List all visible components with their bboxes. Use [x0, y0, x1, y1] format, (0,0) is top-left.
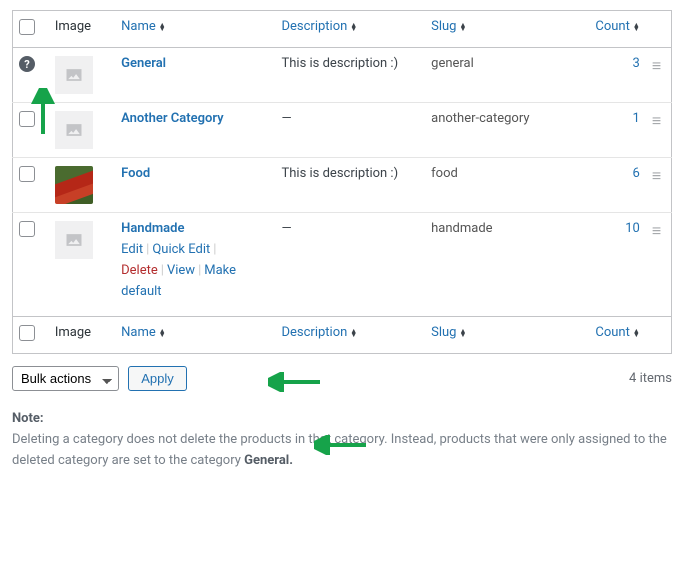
category-thumbnail[interactable]: [55, 166, 93, 204]
column-image: Image: [49, 11, 115, 48]
bulk-actions-select[interactable]: Bulk actions: [12, 366, 119, 391]
column-slug-sort[interactable]: Slug: [431, 325, 466, 340]
description-cell: —: [275, 213, 425, 317]
category-name-link[interactable]: General: [121, 56, 166, 71]
view-link[interactable]: View: [167, 263, 195, 278]
category-name-link[interactable]: Another Category: [121, 111, 224, 126]
table-row: Handmade Edit|Quick Edit|Delete|View|Make…: [13, 213, 672, 317]
categories-table: Image Name Description Slug Count ? Gener…: [12, 10, 672, 354]
slug-cell: another-category: [425, 103, 585, 158]
help-icon[interactable]: ?: [19, 56, 35, 72]
placeholder-image-icon[interactable]: [55, 111, 93, 149]
select-all-checkbox[interactable]: [19, 19, 35, 35]
table-row: Food This is description :)food 6 ≡: [13, 158, 672, 213]
drag-handle-icon[interactable]: ≡: [652, 56, 661, 75]
column-description-sort[interactable]: Description: [281, 19, 357, 34]
row-checkbox[interactable]: [19, 221, 35, 237]
delete-link[interactable]: Delete: [121, 263, 158, 278]
edit-link[interactable]: Edit: [121, 242, 143, 257]
sort-icon: [633, 23, 640, 31]
sort-icon: [159, 23, 166, 31]
description-cell: —: [275, 103, 425, 158]
sort-icon: [460, 329, 467, 337]
table-row: ? General This is description :)general 3 ≡: [13, 48, 672, 103]
category-name-link[interactable]: Food: [121, 166, 150, 181]
category-name-link[interactable]: Handmade: [121, 221, 184, 236]
sort-icon: [159, 329, 166, 337]
slug-cell: general: [425, 48, 585, 103]
drag-handle-icon[interactable]: ≡: [652, 166, 661, 185]
sort-icon: [350, 329, 357, 337]
items-count: 4 items: [629, 371, 672, 386]
table-row: Another Category —another-category 1 ≡: [13, 103, 672, 158]
apply-button[interactable]: Apply: [128, 366, 187, 391]
row-actions: Edit|Quick Edit|Delete|View|Make default: [121, 240, 269, 302]
drag-handle-icon[interactable]: ≡: [652, 221, 661, 240]
column-count-sort[interactable]: Count: [595, 19, 639, 34]
column-description-sort[interactable]: Description: [281, 325, 357, 340]
sort-icon: [460, 23, 467, 31]
slug-cell: food: [425, 158, 585, 213]
count-link[interactable]: 3: [592, 56, 640, 71]
sort-icon: [350, 23, 357, 31]
sort-icon: [633, 329, 640, 337]
column-image: Image: [49, 317, 115, 354]
column-name-sort[interactable]: Name: [121, 19, 166, 34]
description-cell: This is description :): [275, 48, 425, 103]
placeholder-image-icon[interactable]: [55, 221, 93, 259]
count-link[interactable]: 10: [592, 221, 640, 236]
row-checkbox[interactable]: [19, 111, 35, 127]
column-count-sort[interactable]: Count: [595, 325, 639, 340]
note-text: Note: Deleting a category does not delet…: [12, 409, 672, 471]
row-checkbox[interactable]: [19, 166, 35, 182]
drag-handle-icon[interactable]: ≡: [652, 111, 661, 130]
column-slug-sort[interactable]: Slug: [431, 19, 466, 34]
placeholder-image-icon[interactable]: [55, 56, 93, 94]
slug-cell: handmade: [425, 213, 585, 317]
select-all-checkbox-footer[interactable]: [19, 325, 35, 341]
count-link[interactable]: 6: [592, 166, 640, 181]
quick-edit-link[interactable]: Quick Edit: [152, 242, 210, 257]
column-name-sort[interactable]: Name: [121, 325, 166, 340]
description-cell: This is description :): [275, 158, 425, 213]
count-link[interactable]: 1: [592, 111, 640, 126]
